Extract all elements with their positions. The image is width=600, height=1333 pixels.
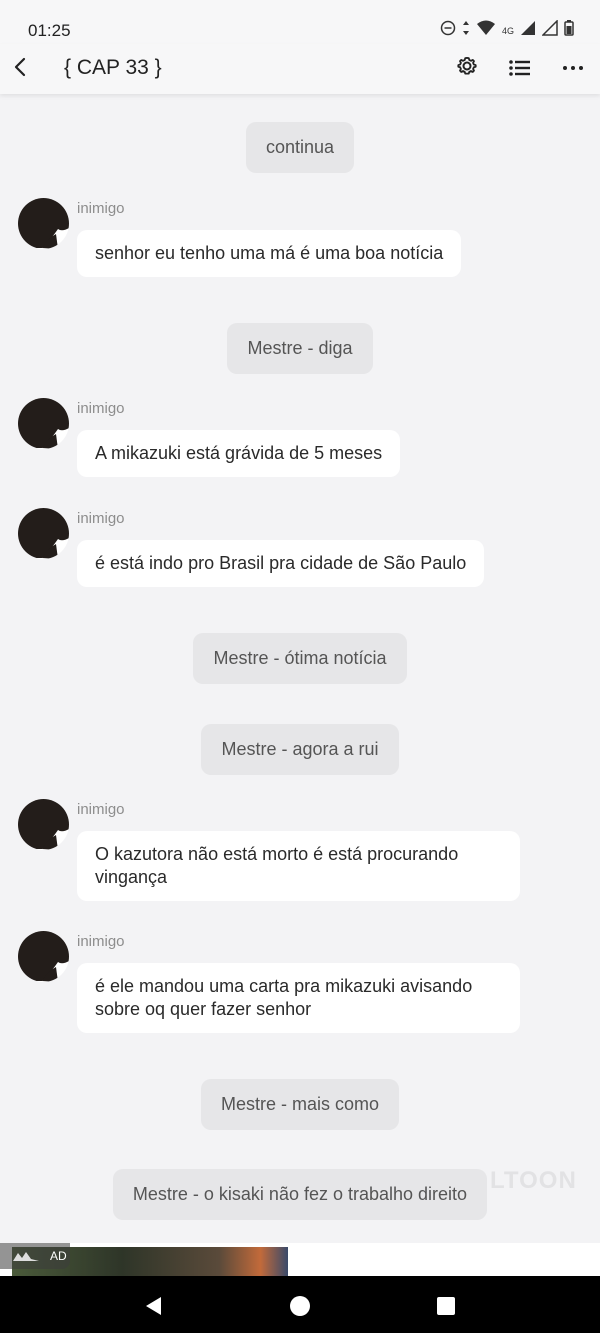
settings-button[interactable] [452, 53, 482, 83]
ad-choices-icon [13, 1252, 39, 1261]
nav-home-button[interactable] [288, 1294, 312, 1318]
message-bubble: A mikazuki está grávida de 5 meses [77, 430, 401, 477]
more-options-button[interactable] [558, 53, 588, 83]
silhouette-avatar-icon [18, 931, 69, 982]
gear-icon [457, 56, 477, 75]
nav-recents-button[interactable] [434, 1294, 458, 1318]
data-arrows-icon [462, 20, 470, 41]
avatar[interactable] [18, 508, 69, 559]
avatar[interactable] [18, 198, 69, 249]
ad-label-badge: AD [0, 1243, 70, 1269]
ad-banner[interactable]: AD [0, 1243, 600, 1276]
narration-text: Mestre - ótima notícia [193, 633, 407, 684]
chapter-list-button[interactable] [505, 53, 535, 83]
status-icons: 4G [440, 19, 574, 41]
status-bar: 01:25 4G [0, 0, 600, 48]
silhouette-avatar-icon [18, 198, 69, 249]
narration-message: Mestre - mais como [0, 1079, 600, 1130]
battery-icon [564, 20, 574, 41]
avatar[interactable] [18, 931, 69, 982]
silhouette-avatar-icon [18, 398, 69, 449]
signal-icon [520, 20, 536, 41]
wifi-icon [476, 20, 496, 41]
signal-empty-icon [541, 19, 558, 41]
system-nav-bar [0, 1276, 600, 1333]
narration-message: Mestre - ótima notícia [0, 633, 600, 684]
list-icon [509, 60, 530, 76]
silhouette-avatar-icon [18, 799, 69, 850]
message-bubble: é está indo pro Brasil pra cidade de São… [77, 540, 485, 587]
network-type-label: 4G [501, 25, 514, 36]
triangle-back-icon [146, 1297, 161, 1315]
sender-name: inimigo [77, 400, 125, 417]
narration-message: continua [0, 122, 600, 173]
message-bubble: é ele mandou uma carta pra mikazuki avis… [77, 963, 520, 1033]
sender-name: inimigo [77, 933, 125, 950]
avatar[interactable] [18, 398, 69, 449]
narration-text: Mestre - o kisaki não fez o trabalho dir… [112, 1169, 488, 1220]
message-bubble: O kazutora não está morto é está procura… [77, 831, 520, 901]
ad-label: AD [50, 1249, 67, 1263]
sender-name: inimigo [77, 200, 125, 217]
narration-text: Mestre - agora a rui [201, 724, 399, 775]
status-time: 01:25 [28, 21, 71, 40]
narration-message: Mestre - diga [0, 323, 600, 374]
dnd-icon [440, 20, 456, 41]
narration-message: Mestre - o kisaki não fez o trabalho dir… [0, 1169, 600, 1220]
more-icon [563, 66, 583, 70]
square-recents-icon [437, 1297, 455, 1315]
sender-name: inimigo [77, 510, 125, 527]
circle-home-icon [290, 1296, 310, 1316]
back-button[interactable] [8, 52, 40, 84]
message-bubble: senhor eu tenho uma má é uma boa notícia [77, 230, 462, 277]
top-app-bar: { CAP 33 } [0, 44, 600, 94]
back-arrow-icon [14, 57, 26, 77]
narration-text: continua [245, 122, 355, 173]
nav-back-button[interactable] [142, 1294, 166, 1318]
narration-text: Mestre - diga [227, 323, 373, 374]
avatar[interactable] [18, 799, 69, 850]
chapter-title: { CAP 33 } [64, 56, 162, 79]
silhouette-avatar-icon [18, 508, 69, 559]
narration-message: Mestre - agora a rui [0, 724, 600, 775]
narration-text: Mestre - mais como [200, 1079, 400, 1130]
sender-name: inimigo [77, 801, 125, 818]
